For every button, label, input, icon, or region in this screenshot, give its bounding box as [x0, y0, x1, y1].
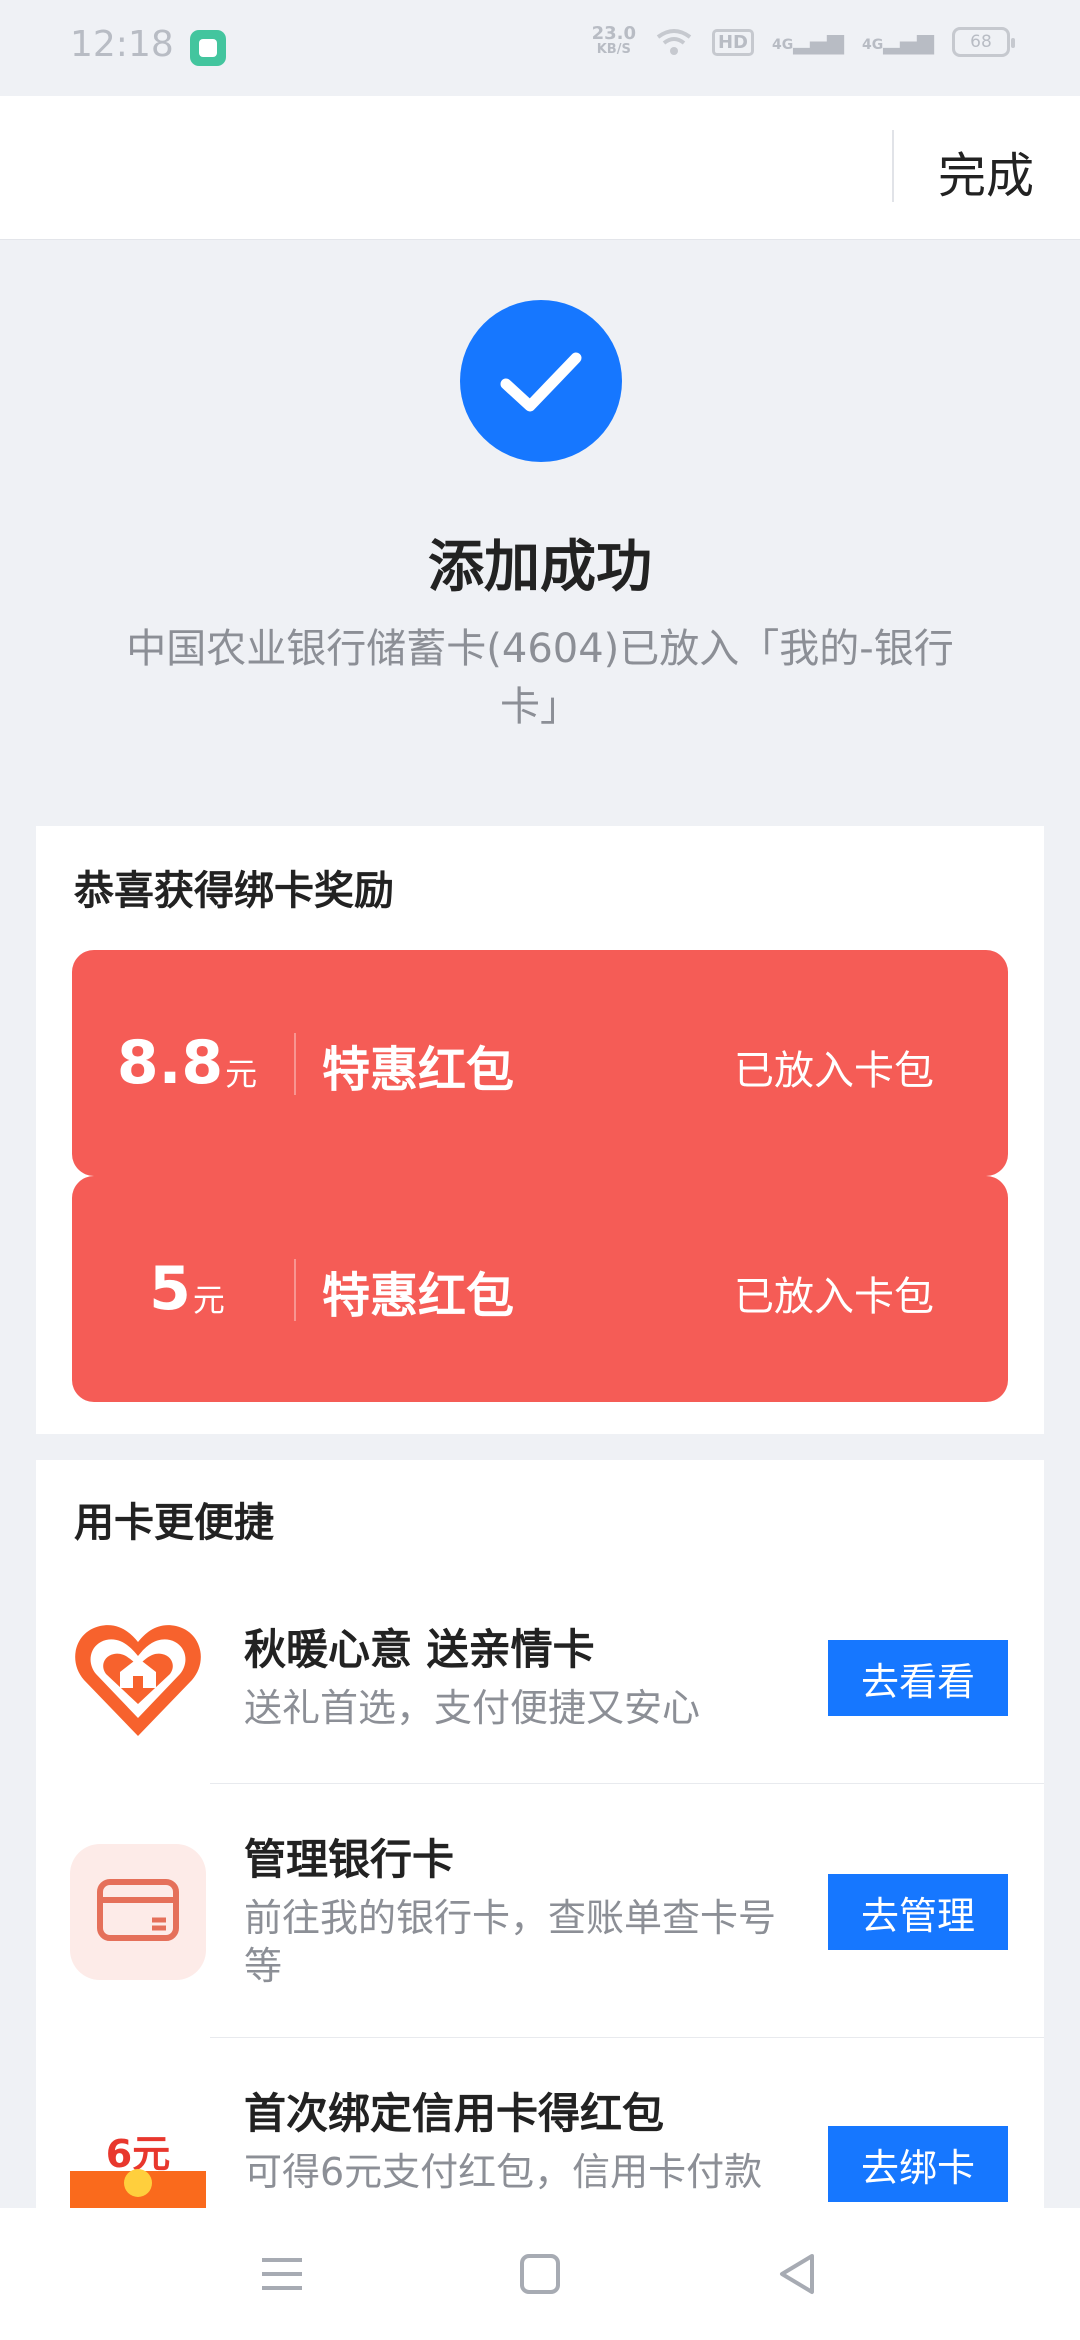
coupon-amount: 5 元 [92, 1176, 282, 1402]
home-icon[interactable] [508, 2242, 572, 2306]
service-title: 管理银行卡 [244, 1835, 455, 1884]
reward-card: 恭喜获得绑卡奖励 8.8 元 特惠红包 已放入卡包 5 元 特惠红包 已放入卡包 [36, 826, 1044, 1434]
service-subtitle: 前往我的银行卡，查账单查卡号等 [244, 1896, 777, 1988]
success-description: 中国农业银行储蓄卡(4604)已放入「我的-银行卡」 [126, 626, 954, 730]
heart-house-icon [75, 1625, 201, 1736]
reward-title: 恭喜获得绑卡奖励 [74, 868, 394, 914]
menu-icon[interactable] [250, 2242, 314, 2306]
signal-sim1-icon: 4G▂▄▆ [772, 29, 844, 55]
service-subtitle: 送礼首选，支付便捷又安心 [244, 1686, 701, 1730]
done-button[interactable]: 完成 [938, 136, 1034, 206]
service-title: 秋暖心意 送亲情卡 [244, 1625, 595, 1674]
coupon-name: 特惠红包 [322, 1042, 515, 1098]
service-title: 首次绑定信用卡得红包 [244, 2089, 665, 2138]
status-time: 12:18 [70, 24, 174, 65]
success-title: 添加成功 [428, 535, 652, 600]
back-icon[interactable] [766, 2242, 830, 2306]
app-notification-icon [190, 30, 226, 66]
coupon-separator [294, 1033, 296, 1095]
coupon-item[interactable]: 8.8 元 特惠红包 已放入卡包 [72, 950, 1008, 1176]
battery-icon: 68 [952, 27, 1015, 57]
coupon-value: 5 [149, 1254, 191, 1324]
network-speed: 23.0 KB/S [591, 23, 636, 58]
coupon-separator [294, 1259, 296, 1321]
go-manage-button[interactable]: 去管理 [828, 1874, 1008, 1950]
bank-card-icon [70, 1844, 206, 1980]
signal-sim2-icon: 4G▂▄▆ [862, 29, 934, 55]
go-see-button[interactable]: 去看看 [828, 1640, 1008, 1716]
go-bind-card-button[interactable]: 去绑卡 [828, 2126, 1008, 2202]
success-check-icon [460, 300, 622, 462]
divider [210, 2037, 1044, 2038]
status-indicators: 23.0 KB/S HD 4G▂▄▆ 4G▂▄▆ 68 [591, 23, 1015, 58]
coupon-unit: 元 [225, 1055, 258, 1093]
coupon-name: 特惠红包 [322, 1268, 515, 1324]
coupon-amount: 8.8 元 [92, 950, 282, 1176]
services-card: 用卡更便捷 秋暖心意 送亲情卡 送礼首选，支付便捷又安心 去看看 管理银行卡 前… [36, 1460, 1044, 2220]
top-bar: 完成 [0, 96, 1080, 240]
services-title: 用卡更便捷 [74, 1500, 274, 1546]
wifi-icon [656, 29, 692, 55]
coupon-unit: 元 [192, 1281, 225, 1319]
system-nav-bar [0, 2208, 1080, 2340]
coupon-status: 已放入卡包 [734, 1274, 934, 1320]
coupon-item[interactable]: 5 元 特惠红包 已放入卡包 [72, 1176, 1008, 1402]
divider [210, 1783, 1044, 1784]
hd-icon: HD [711, 28, 754, 56]
topbar-divider [892, 130, 894, 202]
service-subtitle: 可得6元支付红包，信用卡付款 [244, 2150, 763, 2194]
coupon-value: 8.8 [116, 1028, 224, 1098]
coupon-status: 已放入卡包 [734, 1048, 934, 1094]
red-packet-icon: 6元 [70, 2103, 206, 2220]
status-bar: 12:18 23.0 KB/S HD 4G▂▄▆ 4G▂▄▆ 68 [0, 0, 1080, 96]
